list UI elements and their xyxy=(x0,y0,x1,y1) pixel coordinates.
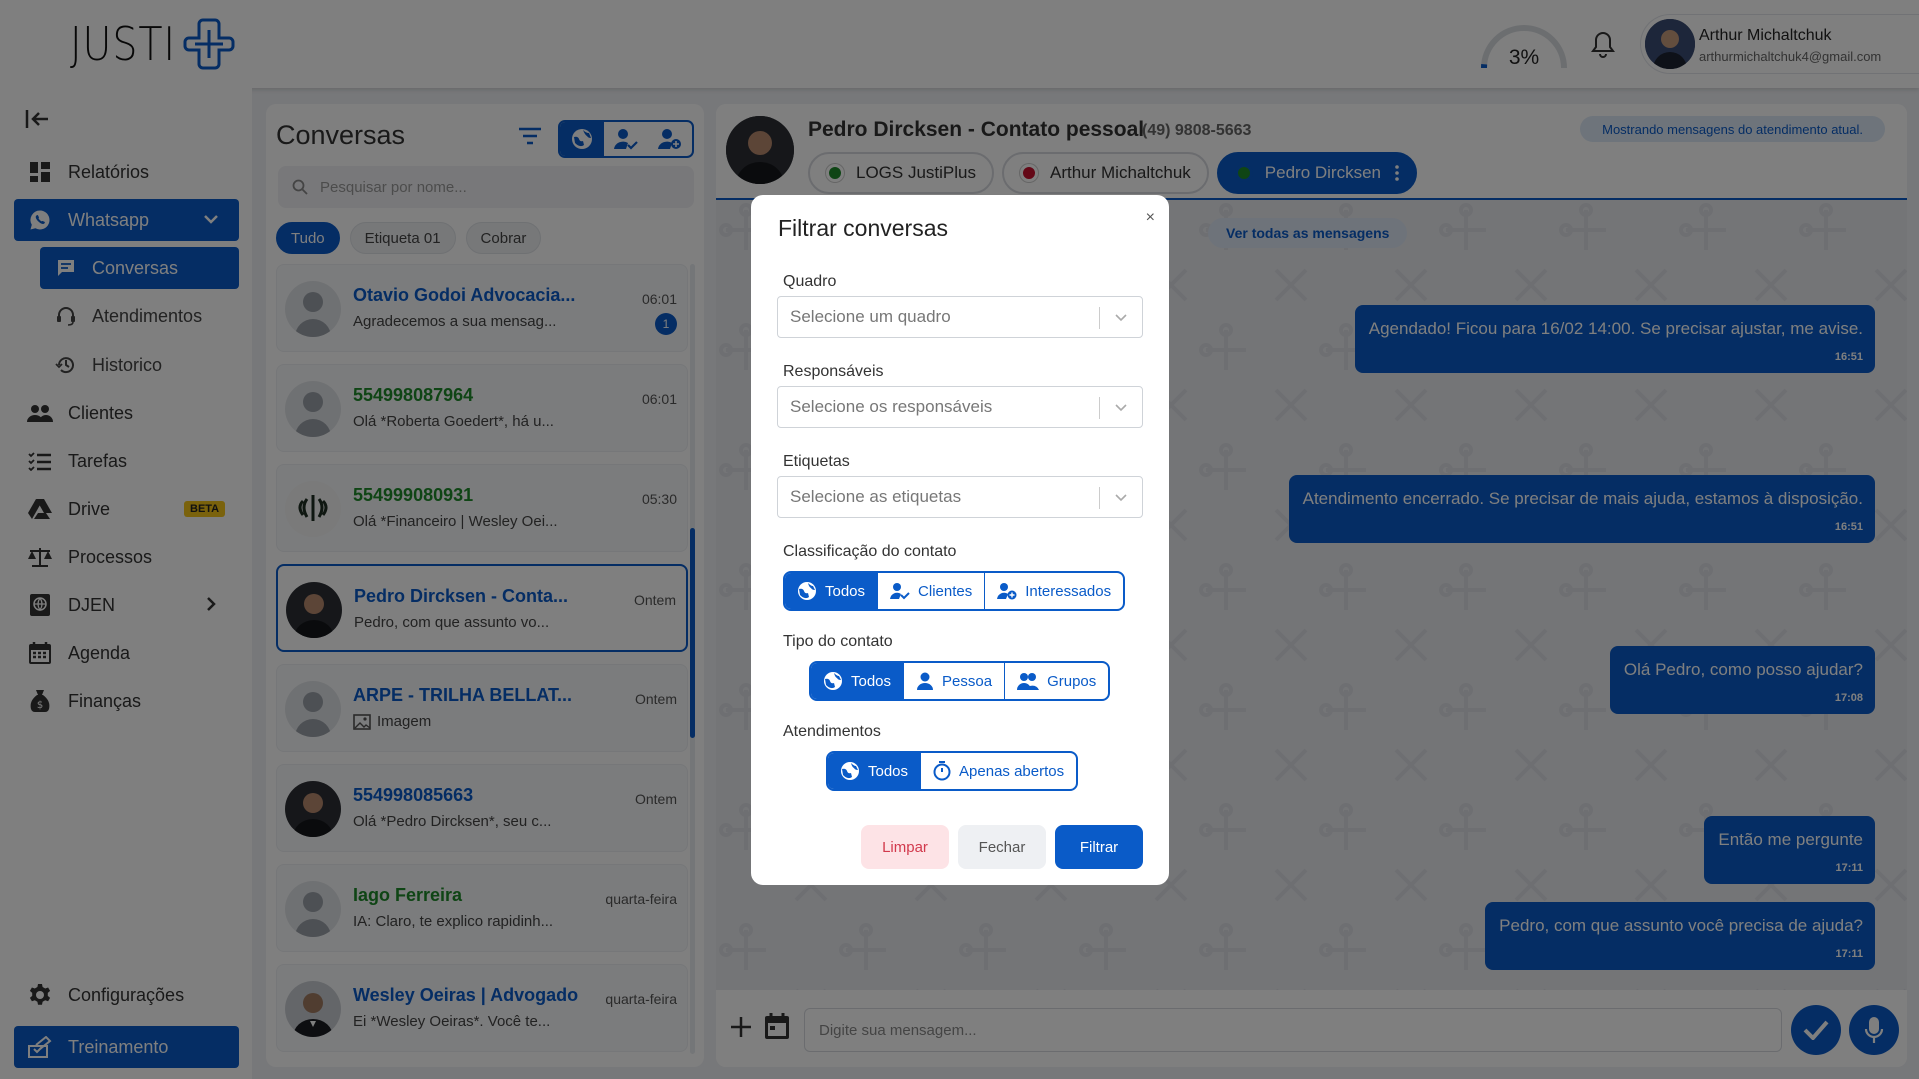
quadro-select[interactable]: Selecione um quadro xyxy=(777,296,1143,338)
chevron-down-icon xyxy=(1114,401,1128,415)
atendimentos-abertos-option[interactable]: Apenas abertos xyxy=(920,753,1076,789)
filter-button[interactable]: Filtrar xyxy=(1055,825,1143,869)
etiquetas-select[interactable]: Selecione as etiquetas xyxy=(777,476,1143,518)
filter-modal: Filtrar conversas × Quadro Selecione um … xyxy=(751,195,1169,885)
modal-title: Filtrar conversas xyxy=(778,215,948,241)
globe-icon xyxy=(797,581,817,601)
classificacao-clientes-option[interactable]: Clientes xyxy=(877,573,984,609)
close-icon[interactable]: × xyxy=(1146,209,1155,227)
classificacao-label: Classificação do contato xyxy=(783,543,957,560)
chevron-down-icon xyxy=(1114,491,1128,505)
user-icon xyxy=(916,672,934,690)
user-plus-icon xyxy=(997,582,1017,600)
quadro-label: Quadro xyxy=(783,273,837,290)
chevron-down-icon xyxy=(1114,311,1128,325)
etiquetas-label: Etiquetas xyxy=(783,453,850,470)
classificacao-toggle: Todos Clientes Interessados xyxy=(783,571,1126,611)
tipo-toggle: Todos Pessoa Grupos xyxy=(809,661,1111,701)
clear-button[interactable]: Limpar xyxy=(861,825,949,869)
tipo-todos-option[interactable]: Todos xyxy=(811,663,904,699)
responsaveis-label: Responsáveis xyxy=(783,363,884,380)
globe-icon xyxy=(840,761,860,781)
globe-icon xyxy=(823,671,843,691)
tipo-grupos-option[interactable]: Grupos xyxy=(1004,663,1108,699)
stopwatch-icon xyxy=(933,761,951,781)
tipo-pessoa-option[interactable]: Pessoa xyxy=(903,663,1004,699)
atendimentos-label: Atendimentos xyxy=(783,723,881,740)
tipo-label: Tipo do contato xyxy=(783,633,893,650)
classificacao-todos-option[interactable]: Todos xyxy=(785,573,878,609)
responsaveis-select[interactable]: Selecione os responsáveis xyxy=(777,386,1143,428)
user-check-icon xyxy=(890,582,910,600)
atendimentos-todos-option[interactable]: Todos xyxy=(828,753,921,789)
close-button[interactable]: Fechar xyxy=(958,825,1046,869)
classificacao-interessados-option[interactable]: Interessados xyxy=(984,573,1123,609)
atendimentos-toggle: Todos Apenas abertos xyxy=(826,751,1079,791)
users-icon xyxy=(1017,672,1040,690)
